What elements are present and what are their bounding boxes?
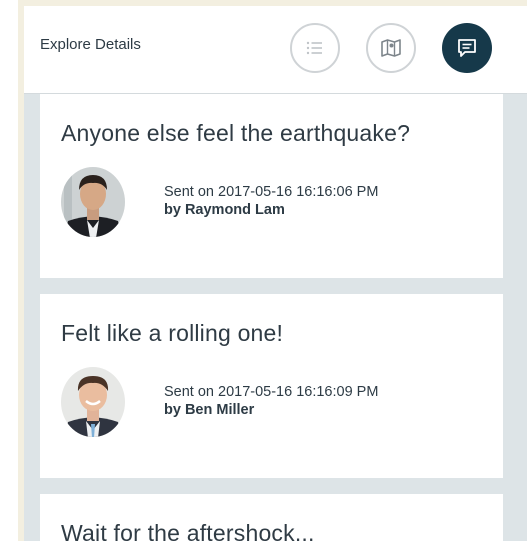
list-icon <box>306 41 322 55</box>
sender-name: by Raymond Lam <box>164 202 285 218</box>
user-avatar <box>61 167 125 237</box>
list-view-button[interactable] <box>290 23 340 73</box>
app-screen: Explore Details Anyone else feel the ear… <box>24 6 527 541</box>
map-view-button[interactable] <box>366 23 416 73</box>
user-avatar <box>61 367 125 437</box>
sender-name: by Ben Miller <box>164 402 255 418</box>
message-card[interactable]: Felt like a rolling one! Sent on 2017-05… <box>40 294 503 478</box>
header-bar: Explore Details <box>24 6 527 94</box>
message-text: Wait for the aftershock... <box>61 520 315 541</box>
message-card[interactable]: Wait for the aftershock... <box>40 494 503 541</box>
sent-timestamp: Sent on 2017-05-16 16:16:06 PM <box>164 184 379 200</box>
message-text: Anyone else feel the earthquake? <box>61 120 411 146</box>
map-icon <box>381 39 401 57</box>
message-meta: Sent on 2017-05-16 16:16:06 PM by Raymon… <box>164 183 378 219</box>
message-card[interactable]: Anyone else feel the earthquake? Sent on… <box>40 94 503 278</box>
page-title: Explore Details <box>40 36 141 53</box>
sent-timestamp: Sent on 2017-05-16 16:16:09 PM <box>164 384 379 400</box>
message-meta: Sent on 2017-05-16 16:16:09 PM by Ben Mi… <box>164 383 378 419</box>
message-icon <box>458 39 476 57</box>
message-text: Felt like a rolling one! <box>61 320 284 346</box>
messages-view-button[interactable] <box>442 23 492 73</box>
